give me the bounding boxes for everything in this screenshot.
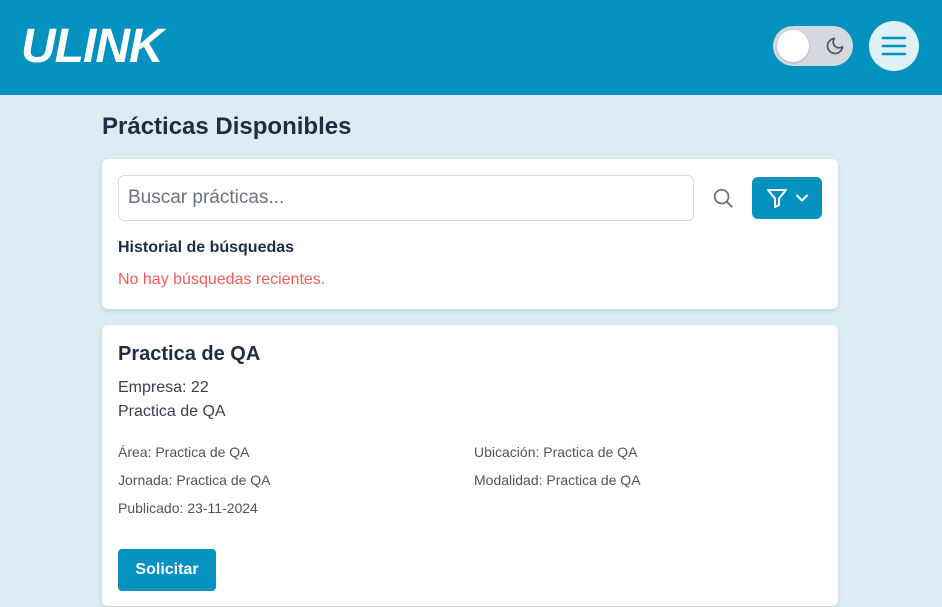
internship-schedule: Jornada: Practica de QA bbox=[118, 472, 271, 488]
chevron-down-icon bbox=[796, 194, 808, 202]
top-bar: ULINK bbox=[0, 0, 942, 95]
filter-button[interactable] bbox=[752, 177, 822, 219]
page-title: Prácticas Disponibles bbox=[102, 113, 352, 140]
toggle-knob bbox=[777, 30, 809, 62]
search-card: Historial de búsquedas No hay búsquedas … bbox=[102, 159, 838, 309]
internship-card: Practica de QA Empresa: 22 Practica de Q… bbox=[102, 325, 838, 606]
internship-published-date: Publicado: 23-11-2024 bbox=[118, 500, 258, 516]
logo[interactable]: ULINK bbox=[21, 20, 164, 74]
internship-area: Área: Practica de QA bbox=[118, 444, 250, 460]
internship-subtitle: Practica de QA bbox=[118, 403, 226, 420]
internship-company: Empresa: 22 bbox=[118, 379, 209, 396]
search-input[interactable] bbox=[118, 175, 694, 221]
menu-button[interactable] bbox=[869, 21, 919, 71]
internship-title: Practica de QA bbox=[118, 343, 261, 365]
hamburger-menu-icon bbox=[881, 36, 907, 56]
search-icon[interactable] bbox=[712, 187, 734, 209]
search-history-title: Historial de búsquedas bbox=[118, 239, 295, 256]
theme-toggle[interactable] bbox=[773, 26, 853, 66]
internship-modality: Modalidad: Practica de QA bbox=[474, 472, 641, 488]
search-history-empty-message: No hay búsquedas recientes. bbox=[118, 271, 326, 288]
moon-icon bbox=[826, 37, 844, 55]
apply-button[interactable]: Solicitar bbox=[118, 549, 216, 591]
filter-icon bbox=[767, 189, 787, 208]
internship-location: Ubicación: Practica de QA bbox=[474, 444, 638, 460]
